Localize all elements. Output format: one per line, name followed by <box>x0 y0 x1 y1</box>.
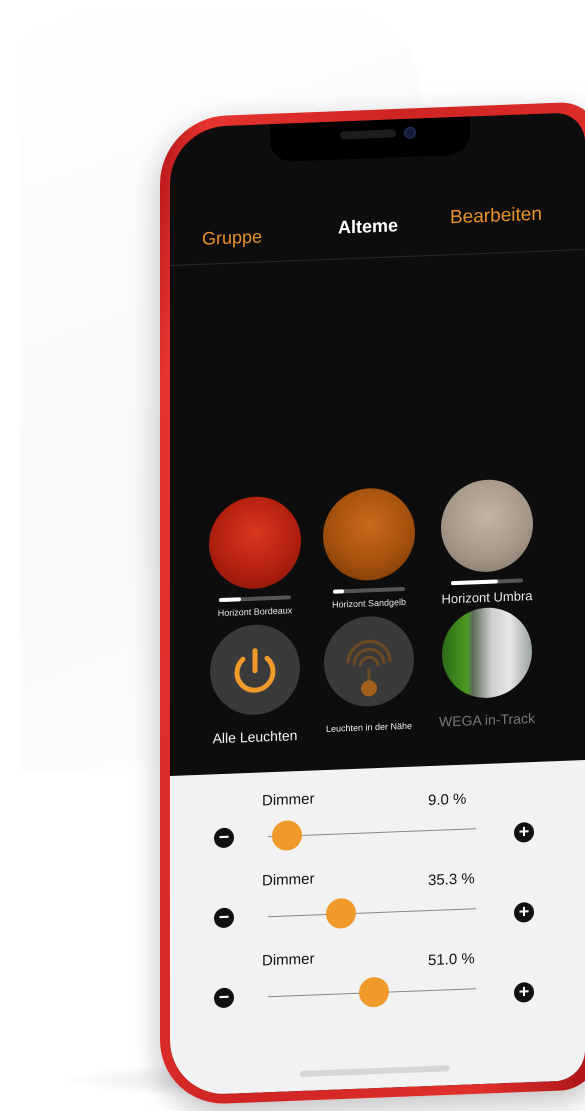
level-bar <box>219 595 291 603</box>
slider-thumb[interactable] <box>271 819 302 852</box>
proximity-signal-icon <box>346 639 392 697</box>
all-lights-tile[interactable]: Alle Leuchten <box>200 623 310 747</box>
slider-thumb[interactable] <box>359 976 390 1008</box>
dimmer-value: 9.0 % <box>428 790 467 810</box>
dimmer-label: Dimmer <box>262 790 315 810</box>
dimmer-label: Dimmer <box>262 950 315 970</box>
action-label: Alle Leuchten <box>212 727 298 747</box>
increase-button[interactable]: + <box>514 981 534 1003</box>
decrease-button[interactable]: − <box>214 907 234 929</box>
home-indicator <box>300 1065 450 1078</box>
material-tile-sandgelb[interactable]: Horizont Sandgelb <box>314 486 424 610</box>
dimmer-value: 51.0 % <box>428 950 475 970</box>
dimmer-panel: Dimmer 9.0 % − + Dimmer 35.3 % − + Dimme… <box>170 760 585 1096</box>
wega-room-photo[interactable] <box>442 606 532 700</box>
sandgelb-swatch <box>323 486 415 583</box>
bordeaux-swatch <box>209 494 301 591</box>
decrease-button[interactable]: − <box>214 987 234 1009</box>
dimmer-value: 35.3 % <box>428 870 475 890</box>
nav-bar: Gruppe Alteme Bearbeiten <box>170 204 585 264</box>
material-label: Horizont Bordeaux <box>217 605 293 619</box>
front-camera <box>404 126 416 140</box>
increase-button[interactable]: + <box>514 901 534 923</box>
level-bar <box>451 578 523 586</box>
material-tile-bordeaux[interactable]: Horizont Bordeaux <box>200 494 310 619</box>
material-tile-umbra[interactable]: Horizont Umbra <box>432 478 542 607</box>
page-title: Alteme <box>338 215 399 238</box>
wega-tile[interactable]: WEGA in-Track <box>432 606 542 730</box>
action-label: Leuchten in der Nähe <box>325 720 413 735</box>
umbra-swatch <box>441 478 533 574</box>
dimmer-slider[interactable] <box>268 819 476 852</box>
increase-button[interactable]: + <box>514 821 534 843</box>
nearby-lights-button[interactable] <box>324 614 414 709</box>
nearby-lights-tile[interactable]: Leuchten in der Nähe <box>314 614 424 734</box>
dimmer-slider[interactable] <box>268 897 476 929</box>
material-label: Horizont Umbra <box>441 588 533 607</box>
decrease-button[interactable]: − <box>214 827 234 849</box>
action-label: WEGA in-Track <box>439 709 535 730</box>
speaker <box>340 129 396 140</box>
dimmer-label: Dimmer <box>262 870 315 890</box>
group-button[interactable]: Gruppe <box>202 226 262 249</box>
level-bar <box>333 586 405 594</box>
notch <box>270 116 470 163</box>
slider-thumb[interactable] <box>326 897 357 929</box>
phone-screen: Gruppe Alteme Bearbeiten Horizont Bordea… <box>170 112 585 1096</box>
power-icon <box>234 648 276 693</box>
dimmer-slider[interactable] <box>268 976 476 1008</box>
all-lights-button[interactable] <box>210 623 300 717</box>
edit-button[interactable]: Bearbeiten <box>450 204 542 230</box>
material-label: Horizont Sandgelb <box>331 596 407 610</box>
dimmer-row: Dimmer 51.0 % − + <box>170 940 585 1036</box>
